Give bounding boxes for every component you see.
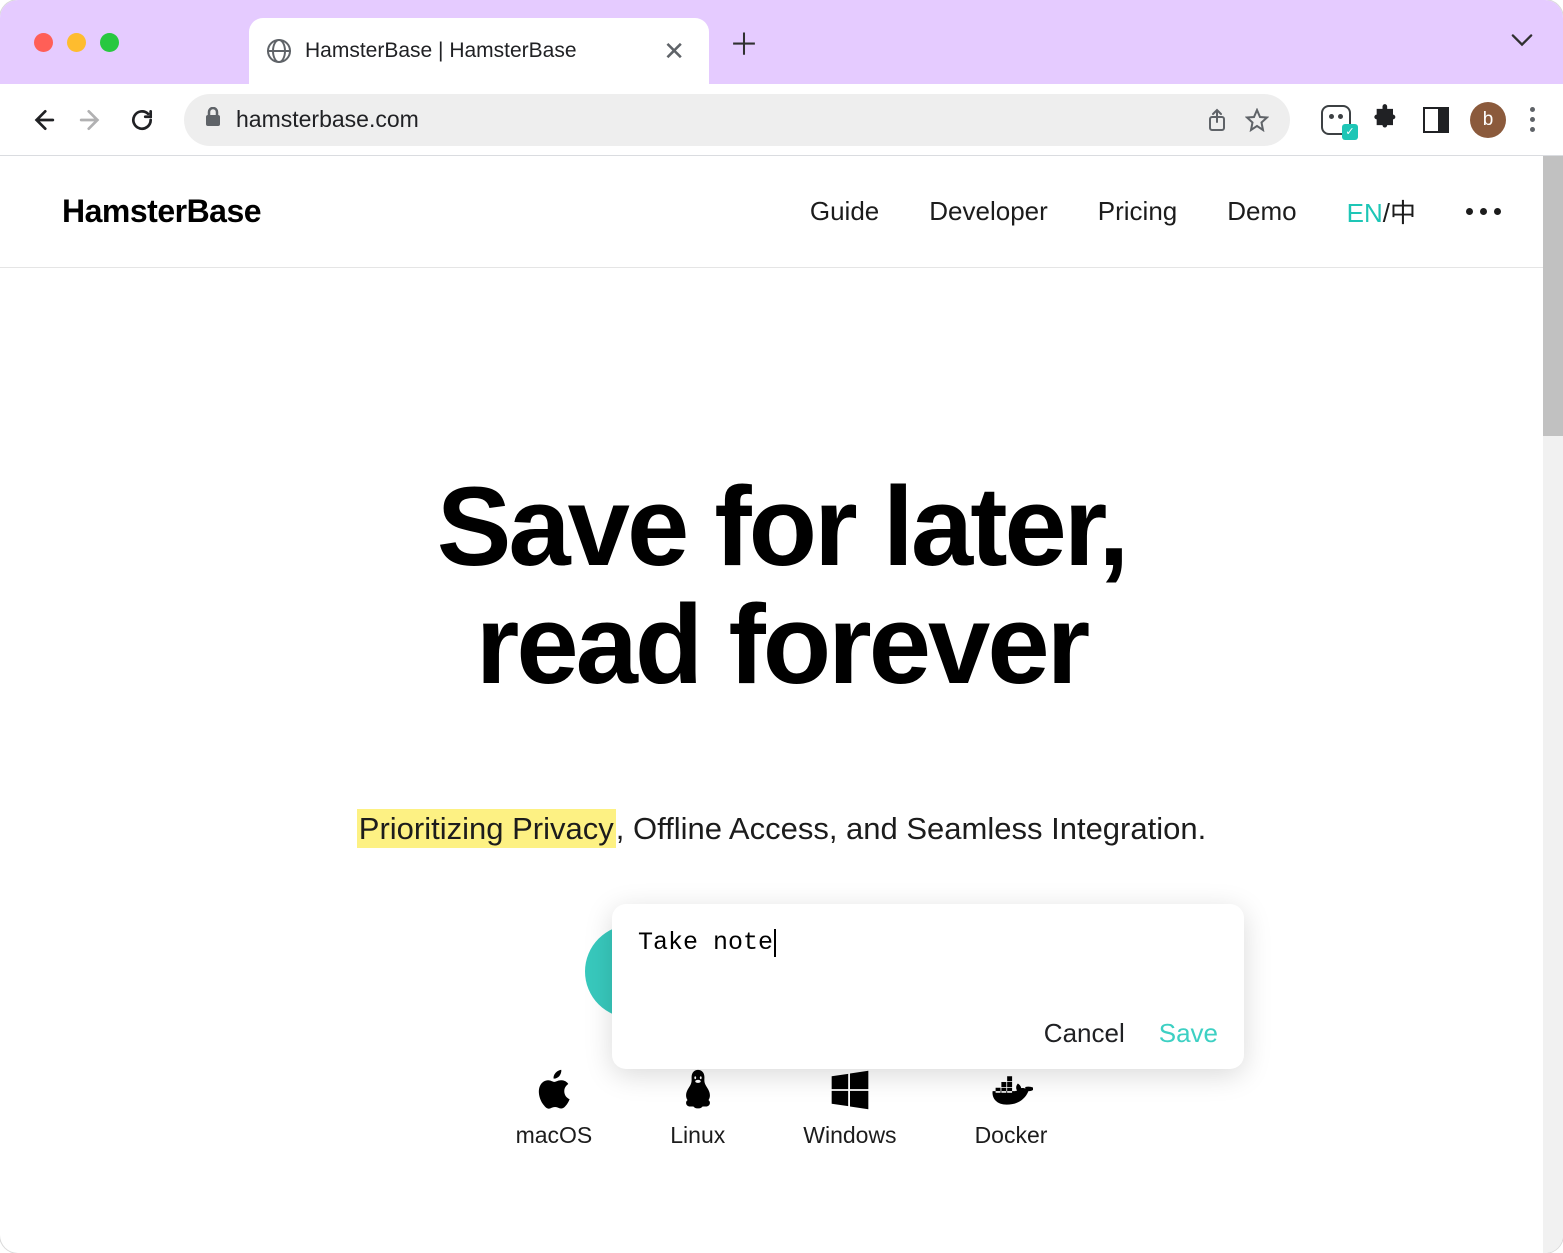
site-header: HamsterBase Guide Developer Pricing Demo… xyxy=(0,156,1563,268)
platform-linux[interactable]: Linux xyxy=(670,1068,725,1149)
platform-macos[interactable]: macOS xyxy=(516,1068,593,1149)
profile-avatar[interactable]: b xyxy=(1470,102,1506,138)
url-text: hamsterbase.com xyxy=(236,106,1190,133)
note-textarea[interactable]: Take note xyxy=(638,928,1218,998)
reload-button[interactable] xyxy=(122,100,162,140)
share-icon[interactable] xyxy=(1204,107,1230,133)
browser-toolbar: hamsterbase.com ✓ b xyxy=(0,84,1563,156)
side-panel-icon[interactable] xyxy=(1420,104,1452,136)
hero-tagline: Prioritizing Privacy, Offline Access, an… xyxy=(0,811,1563,847)
tabs-dropdown-button[interactable] xyxy=(1511,33,1533,52)
extensions-puzzle-icon[interactable] xyxy=(1370,104,1402,136)
docker-icon xyxy=(989,1068,1033,1112)
nav-demo[interactable]: Demo xyxy=(1227,196,1296,227)
scrollbar-thumb[interactable] xyxy=(1543,156,1563,436)
note-cancel-button[interactable]: Cancel xyxy=(1044,1018,1125,1049)
platform-docker[interactable]: Docker xyxy=(975,1068,1048,1149)
linux-icon xyxy=(676,1068,720,1112)
minimize-window-button[interactable] xyxy=(67,33,86,52)
page-scrollbar[interactable] xyxy=(1543,156,1563,1253)
extension-badge-icon: ✓ xyxy=(1342,124,1358,140)
platforms-row: macOS Linux Windows Docker xyxy=(0,1068,1563,1149)
browser-menu-button[interactable] xyxy=(1524,107,1541,132)
nav-pricing[interactable]: Pricing xyxy=(1098,196,1177,227)
site-more-button[interactable] xyxy=(1466,208,1501,215)
site-brand[interactable]: HamsterBase xyxy=(62,193,261,230)
nav-developer[interactable]: Developer xyxy=(929,196,1048,227)
browser-tab[interactable]: HamsterBase | HamsterBase ✕ xyxy=(249,18,709,84)
new-tab-button[interactable]: ＋ xyxy=(729,20,759,64)
hamsterbase-extension-icon[interactable]: ✓ xyxy=(1320,104,1352,136)
windows-icon xyxy=(828,1068,872,1112)
language-switcher[interactable]: EN/中 xyxy=(1347,193,1416,230)
note-save-button[interactable]: Save xyxy=(1159,1018,1218,1049)
page-content: HamsterBase Guide Developer Pricing Demo… xyxy=(0,156,1563,1253)
highlighted-text[interactable]: Prioritizing Privacy xyxy=(357,809,616,848)
platform-windows[interactable]: Windows xyxy=(803,1068,896,1149)
address-bar[interactable]: hamsterbase.com xyxy=(184,94,1290,146)
maximize-window-button[interactable] xyxy=(100,33,119,52)
forward-button[interactable] xyxy=(72,100,112,140)
globe-icon xyxy=(267,39,291,63)
site-nav: Guide Developer Pricing Demo EN/中 xyxy=(810,193,1501,230)
browser-titlebar: HamsterBase | HamsterBase ✕ ＋ xyxy=(0,0,1563,84)
window-controls xyxy=(34,33,119,52)
close-window-button[interactable] xyxy=(34,33,53,52)
back-button[interactable] xyxy=(22,100,62,140)
bookmark-star-icon[interactable] xyxy=(1244,107,1270,133)
tab-title: HamsterBase | HamsterBase xyxy=(305,39,645,63)
nav-guide[interactable]: Guide xyxy=(810,196,879,227)
note-popup: Take note Cancel Save xyxy=(612,904,1244,1069)
hero-headline: Save for later, read forever xyxy=(0,468,1563,703)
lock-icon xyxy=(204,107,222,132)
apple-icon xyxy=(532,1068,576,1112)
close-tab-button[interactable]: ✕ xyxy=(659,36,689,67)
